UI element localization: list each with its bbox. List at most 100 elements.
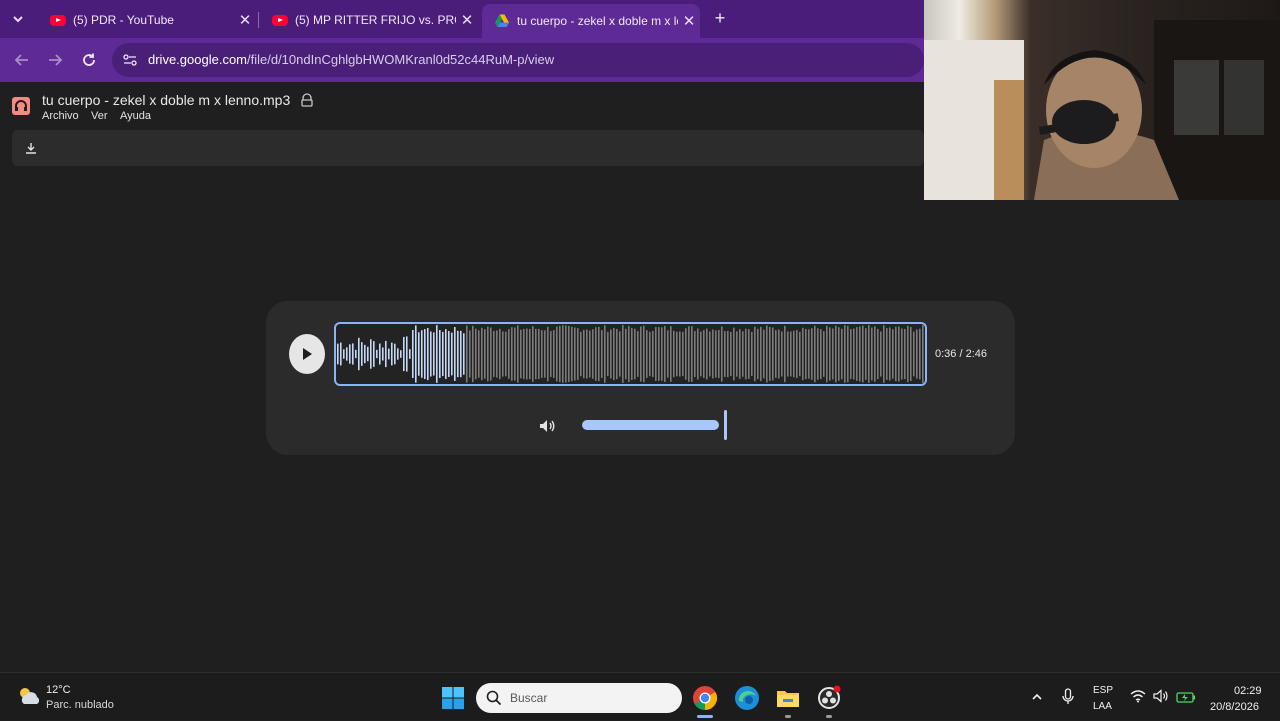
menu-archivo[interactable]: Archivo [42,110,79,122]
volume-slider-fill[interactable] [582,420,719,430]
file-explorer-icon[interactable] [775,685,801,711]
waveform-bar [694,330,696,378]
weather-temp: 12°C [46,684,71,696]
waveform-bar [532,326,534,382]
waveform-bar [547,326,549,382]
waveform-bar [862,325,864,383]
waveform-bar [676,331,678,377]
back-button[interactable] [10,48,34,72]
chrome-icon[interactable] [692,685,718,711]
battery-charging-icon[interactable] [1176,690,1196,703]
webcam-overlay [924,0,1280,200]
clock-date[interactable]: 20/8/2026 [1210,701,1259,713]
waveform-bar [709,331,711,377]
waveform-bar [427,327,429,381]
close-tab-icon[interactable]: ✕ [456,11,478,29]
waveform-bar [367,346,369,362]
waveform-bar [682,331,684,377]
waveform-bar [769,326,771,382]
reload-button[interactable] [77,48,101,72]
weather-widget[interactable]: 12°C Parc. nublado [0,673,130,721]
waveform-bar [550,331,552,377]
tab-search-chevron-icon[interactable] [10,11,26,27]
waveform-bar [553,330,555,378]
close-tab-icon[interactable]: ✕ [678,12,700,30]
waveform-bar [721,326,723,382]
show-hidden-icons-chevron-icon[interactable] [1030,690,1044,704]
shared-lock-icon[interactable] [300,93,314,110]
start-windows-icon[interactable] [441,686,465,710]
waveform-bar [817,328,819,380]
volume-slider-thumb[interactable] [724,410,727,440]
microphone-icon[interactable] [1061,688,1075,706]
waveform-bar [388,348,390,360]
waveform-bar [715,330,717,378]
waveform-bar [385,340,387,368]
waveform-bar [460,330,462,378]
waveform-bar [577,328,579,380]
waveform-bar [664,325,666,383]
url-text: drive.google.com/file/d/10ndInCghlgbHWOM… [148,52,554,67]
waveform-bar [850,329,852,379]
address-bar[interactable]: drive.google.com/file/d/10ndInCghlgbHWOM… [112,43,924,77]
waveform-bar [514,327,516,381]
waveform-bar [586,329,588,379]
waveform-bar [616,328,618,380]
site-info-icon[interactable] [122,52,138,68]
speaker-icon[interactable] [1153,689,1169,703]
language-bottom[interactable]: LAA [1093,701,1112,712]
waveform-bar [421,330,423,378]
waveform-bar [712,329,714,379]
tab-drive-file[interactable]: tu cuerpo - zekel x doble m x le ✕ [482,4,700,38]
waveform-bar [433,332,435,376]
edge-icon[interactable] [734,685,760,711]
weather-desc: Parc. nublado [46,699,114,711]
waveform-bar [562,325,564,383]
waveform-bar [805,328,807,380]
waveform-bar [424,329,426,379]
waveform-bar [541,330,543,378]
tab-mp-ritter[interactable]: (5) MP RITTER FRIJO vs. PROME ✕ [260,6,478,34]
play-button[interactable] [289,334,325,374]
waveform-bar [472,325,474,383]
taskbar-search-box[interactable]: Buscar [476,683,682,713]
waveform-bar [658,327,660,381]
waveform-bar [382,347,384,361]
wifi-icon[interactable] [1130,689,1146,703]
waveform-bar [724,331,726,377]
waveform-bar [478,330,480,378]
url-path: /file/d/10ndInCghlgbHWOMKranl0d52c44RuM-… [247,52,555,67]
audio-player: 0:36 / 2:46 [266,301,1015,455]
youtube-icon [50,14,66,26]
clock-time[interactable]: 02:29 [1234,685,1262,697]
waveform-bar [640,326,642,382]
close-tab-icon[interactable]: ✕ [234,11,256,29]
waveform-bar [835,325,837,383]
waveform-bar [574,327,576,381]
reload-icon [83,53,95,66]
menu-ver[interactable]: Ver [91,110,108,122]
waveform-bar [628,325,630,383]
waveform-bar [772,327,774,381]
waveform-bar [691,326,693,382]
obs-icon[interactable] [816,685,842,711]
waveform-bar [775,330,777,378]
language-top[interactable]: ESP [1093,685,1113,696]
download-icon[interactable] [24,141,38,155]
waveform-bar [829,327,831,381]
tab-pdr-youtube[interactable]: (5) PDR - YouTube ✕ [38,6,256,34]
waveform-bar [778,329,780,379]
new-tab-button[interactable]: + [710,8,730,28]
volume-icon[interactable] [538,418,556,434]
waveform-bar [376,349,378,359]
waveform-bar [790,331,792,377]
waveform-bar [340,342,342,366]
forward-button[interactable] [43,48,67,72]
search-icon [486,690,502,706]
waveform-scrubber[interactable] [334,322,927,386]
menu-ayuda[interactable]: Ayuda [120,110,151,122]
waveform-bar [487,326,489,382]
waveform-bar [589,330,591,378]
waveform-bar [370,339,372,369]
arrow-right-icon [49,54,63,66]
